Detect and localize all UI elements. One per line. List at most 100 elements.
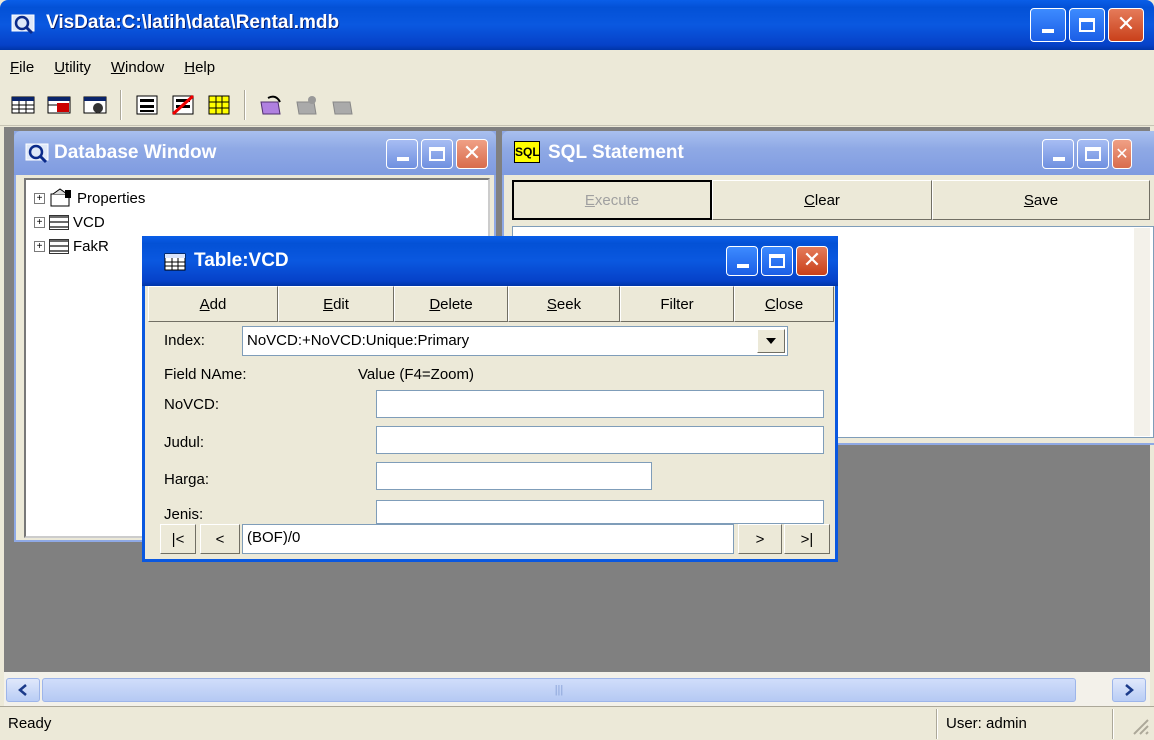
- seek-button[interactable]: Seek: [508, 286, 620, 322]
- dynaset-icon[interactable]: [44, 90, 74, 120]
- chevron-down-icon: [766, 338, 776, 344]
- prev-record-button[interactable]: <: [200, 524, 240, 554]
- status-divider: [936, 709, 938, 739]
- table-icon: [49, 239, 69, 254]
- menu-help[interactable]: Help: [184, 59, 215, 76]
- database-window-maximize-button[interactable]: [421, 139, 453, 169]
- close-table-button[interactable]: Close: [734, 286, 834, 322]
- main-title-bar[interactable]: VisData:C:\latih\data\Rental.mdb ✕: [0, 0, 1154, 50]
- sql-window-minimize-button[interactable]: [1042, 139, 1074, 169]
- table-window-minimize-button[interactable]: [726, 246, 758, 276]
- filter-button[interactable]: Filter: [620, 286, 734, 322]
- judul-input[interactable]: [376, 426, 824, 454]
- first-record-button[interactable]: |<: [160, 524, 196, 554]
- tree-item-label: VCD: [73, 214, 105, 231]
- no-data-control-icon[interactable]: [168, 90, 198, 120]
- sql-window-close-button[interactable]: ✕: [1112, 139, 1132, 169]
- execute-button[interactable]: Execute: [512, 180, 712, 220]
- edit-button[interactable]: Edit: [278, 286, 394, 322]
- close-icon: ✕: [462, 141, 482, 166]
- tree-item-label: FakR: [73, 238, 109, 255]
- tree-item-fakr[interactable]: + FakR: [34, 238, 109, 255]
- menu-file[interactable]: File: [10, 59, 34, 76]
- table-window-close-button[interactable]: ✕: [796, 246, 828, 276]
- snapshot-icon[interactable]: [80, 90, 110, 120]
- close-button[interactable]: ✕: [1108, 8, 1144, 42]
- sql-icon: SQL: [514, 141, 540, 163]
- app-title: VisData:C:\latih\data\Rental.mdb: [46, 12, 340, 33]
- rollback-icon: [328, 90, 358, 120]
- jenis-input[interactable]: [376, 500, 824, 524]
- close-icon: ✕: [1116, 12, 1136, 37]
- scroll-left-button[interactable]: [6, 678, 40, 702]
- scroll-thumb[interactable]: |||: [42, 678, 1076, 702]
- novcd-input[interactable]: [376, 390, 824, 418]
- table-icon: [164, 253, 186, 271]
- database-window-close-button[interactable]: ✕: [456, 139, 488, 169]
- field-name-header: Field NAme:: [164, 366, 247, 383]
- index-label: Index:: [164, 332, 205, 349]
- field-label-judul: Judul:: [164, 434, 205, 451]
- expand-icon[interactable]: +: [34, 241, 45, 252]
- begin-trans-icon[interactable]: [256, 90, 286, 120]
- save-button[interactable]: Save: [932, 180, 1150, 220]
- toolbar-separator: [244, 89, 246, 120]
- close-icon: ✕: [802, 248, 822, 273]
- index-select-value: NoVCD:+NoVCD:Unique:Primary: [247, 332, 470, 349]
- expand-icon[interactable]: +: [34, 217, 45, 228]
- maximize-icon: [769, 254, 785, 268]
- user-status: User: admin: [946, 715, 1027, 732]
- add-button[interactable]: Add: [148, 286, 278, 322]
- tree-item-label: Properties: [77, 189, 146, 207]
- dropdown-button[interactable]: [757, 329, 785, 353]
- harga-input[interactable]: [376, 462, 652, 490]
- toolbar: [0, 84, 1154, 126]
- maximize-button[interactable]: [1069, 8, 1105, 42]
- sql-window-title: SQL Statement: [548, 142, 684, 163]
- clear-button[interactable]: Clear: [712, 180, 932, 220]
- commit-icon: [292, 90, 322, 120]
- menu-utility[interactable]: Utility: [54, 59, 91, 76]
- tree-item-properties[interactable]: + Properties: [34, 188, 145, 208]
- table-window-title-bar[interactable]: Table:VCD ✕: [142, 236, 838, 286]
- database-window-title-bar[interactable]: Database Window ✕: [14, 131, 496, 175]
- data-control-icon[interactable]: [132, 90, 162, 120]
- minimize-button[interactable]: [1030, 8, 1066, 42]
- chevron-left-icon: [18, 684, 27, 696]
- database-window-icon: [25, 143, 49, 164]
- field-label-jenis: Jenis:: [164, 506, 204, 523]
- status-bar: Ready User: admin: [0, 706, 1154, 740]
- maximize-icon: [1079, 18, 1095, 32]
- scroll-right-button[interactable]: [1112, 678, 1146, 702]
- close-icon: ✕: [1115, 144, 1129, 163]
- table-window-maximize-button[interactable]: [761, 246, 793, 276]
- index-select[interactable]: NoVCD:+NoVCD:Unique:Primary: [242, 326, 788, 356]
- minimize-icon: [737, 264, 749, 268]
- minimize-icon: [1053, 157, 1065, 161]
- grid-icon[interactable]: [204, 90, 234, 120]
- field-label-novcd: NoVCD:: [164, 396, 220, 413]
- database-window-title: Database Window: [54, 142, 217, 163]
- next-record-button[interactable]: >: [738, 524, 782, 554]
- table-icon[interactable]: [8, 90, 38, 120]
- status-divider: [1112, 709, 1114, 739]
- table-window-title: Table:VCD: [194, 250, 289, 271]
- chevron-right-icon: [1125, 684, 1134, 696]
- expand-icon[interactable]: +: [34, 192, 45, 204]
- delete-button[interactable]: Delete: [394, 286, 508, 322]
- database-window-minimize-button[interactable]: [386, 139, 418, 169]
- last-record-button[interactable]: >|: [784, 524, 830, 554]
- value-header: Value (F4=Zoom): [358, 366, 475, 383]
- minimize-icon: [1042, 29, 1054, 33]
- menu-window[interactable]: Window: [111, 59, 164, 76]
- sql-window-title-bar[interactable]: SQL SQL Statement ✕: [502, 131, 1154, 175]
- tree-item-vcd[interactable]: + VCD: [34, 214, 105, 231]
- field-label-harga: Harga:: [164, 471, 210, 488]
- resize-grip-icon[interactable]: [1130, 716, 1150, 736]
- maximize-icon: [429, 147, 445, 161]
- toolbar-separator: [120, 89, 122, 120]
- sql-window-maximize-button[interactable]: [1077, 139, 1109, 169]
- record-position: (BOF)/0: [242, 524, 734, 554]
- sql-scrollbar[interactable]: [1134, 228, 1150, 436]
- horizontal-scrollbar[interactable]: |||: [4, 672, 1150, 706]
